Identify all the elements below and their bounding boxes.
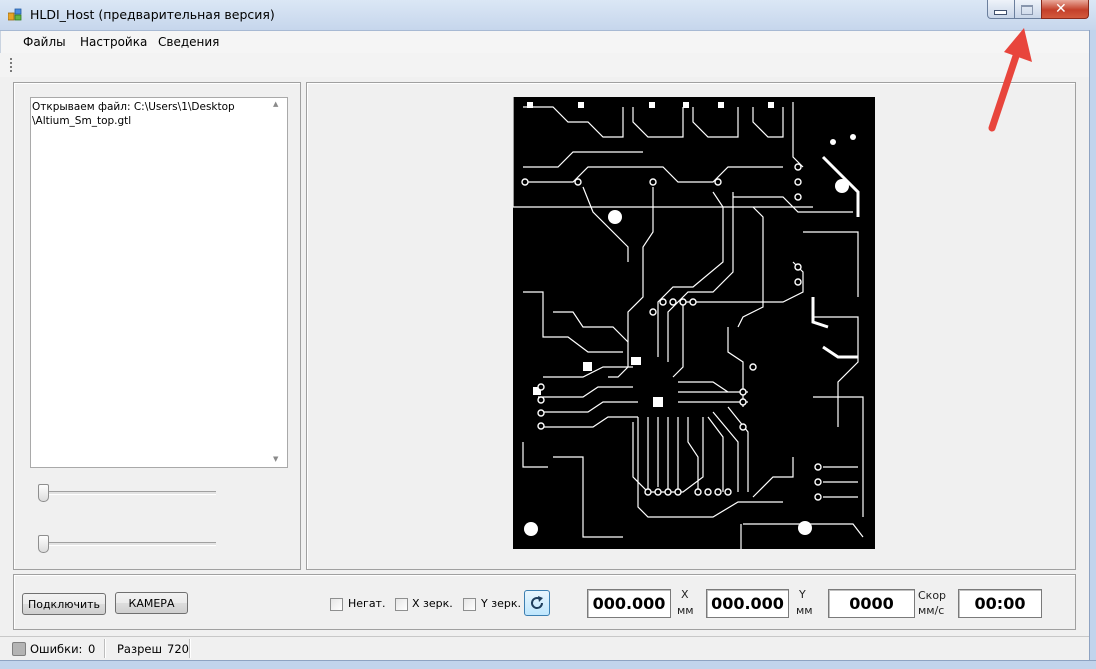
x-axis-label: X (681, 588, 689, 601)
connect-button[interactable]: Подключить (22, 593, 106, 615)
speed-label: Скор (918, 589, 947, 602)
red-arrow-annotation (988, 28, 1032, 132)
speed-readout: 0000 (828, 589, 915, 618)
toolstrip (0, 53, 1090, 77)
menu-settings[interactable]: Настройка (80, 35, 147, 49)
slider-thumb-2[interactable] (38, 535, 49, 553)
log-text: Открываем файл: C:\Users\1\Desktop \Alti… (32, 101, 235, 127)
menu-about[interactable]: Сведения (158, 35, 219, 49)
resolution-label: Разреш (117, 642, 162, 656)
refresh-icon (531, 596, 544, 609)
status-bar (0, 636, 1090, 661)
y-axis-label: Y (799, 588, 806, 601)
minimize-icon (994, 10, 1007, 15)
y-unit-label: мм (796, 604, 813, 617)
slider-track-1[interactable] (38, 491, 216, 495)
scroll-down-icon[interactable]: ▼ (273, 455, 278, 463)
x-mirror-label: X зерк. (412, 597, 453, 610)
errors-label: Ошибки: (30, 642, 83, 656)
log-textbox[interactable] (30, 97, 288, 468)
window-frame-right (1089, 30, 1096, 668)
time-readout: 00:00 (958, 589, 1042, 618)
resolution-value: 720 (167, 642, 189, 656)
close-icon: ✕ (1055, 1, 1067, 17)
app-icon (8, 8, 22, 21)
menu-files[interactable]: Файлы (23, 35, 66, 49)
scroll-up-icon[interactable]: ▲ (273, 100, 278, 108)
camera-button[interactable]: КАМЕРА (115, 592, 188, 614)
y-mirror-checkbox[interactable] (463, 598, 476, 611)
errors-count: 0 (88, 642, 96, 656)
slider-track-2[interactable] (38, 542, 216, 546)
pcb-preview-image (513, 97, 875, 549)
y-mirror-label: Y зерк. (481, 597, 521, 610)
y-position-readout: 000.000 (706, 589, 789, 618)
x-position-readout: 000.000 (587, 589, 671, 618)
negative-label: Негат. (348, 597, 386, 610)
slider-thumb-1[interactable] (38, 484, 49, 502)
window-title: HLDI_Host (предварительная версия) (30, 7, 275, 22)
status-separator (104, 639, 106, 658)
error-indicator (12, 642, 26, 656)
negative-checkbox[interactable] (330, 598, 343, 611)
toolstrip-grip[interactable] (10, 58, 12, 72)
status-separator (189, 639, 191, 658)
maximize-icon (1021, 5, 1033, 15)
refresh-button[interactable] (524, 590, 550, 616)
x-unit-label: мм (677, 604, 694, 617)
speed-unit-label: мм/с (918, 604, 945, 617)
x-mirror-checkbox[interactable] (395, 598, 408, 611)
